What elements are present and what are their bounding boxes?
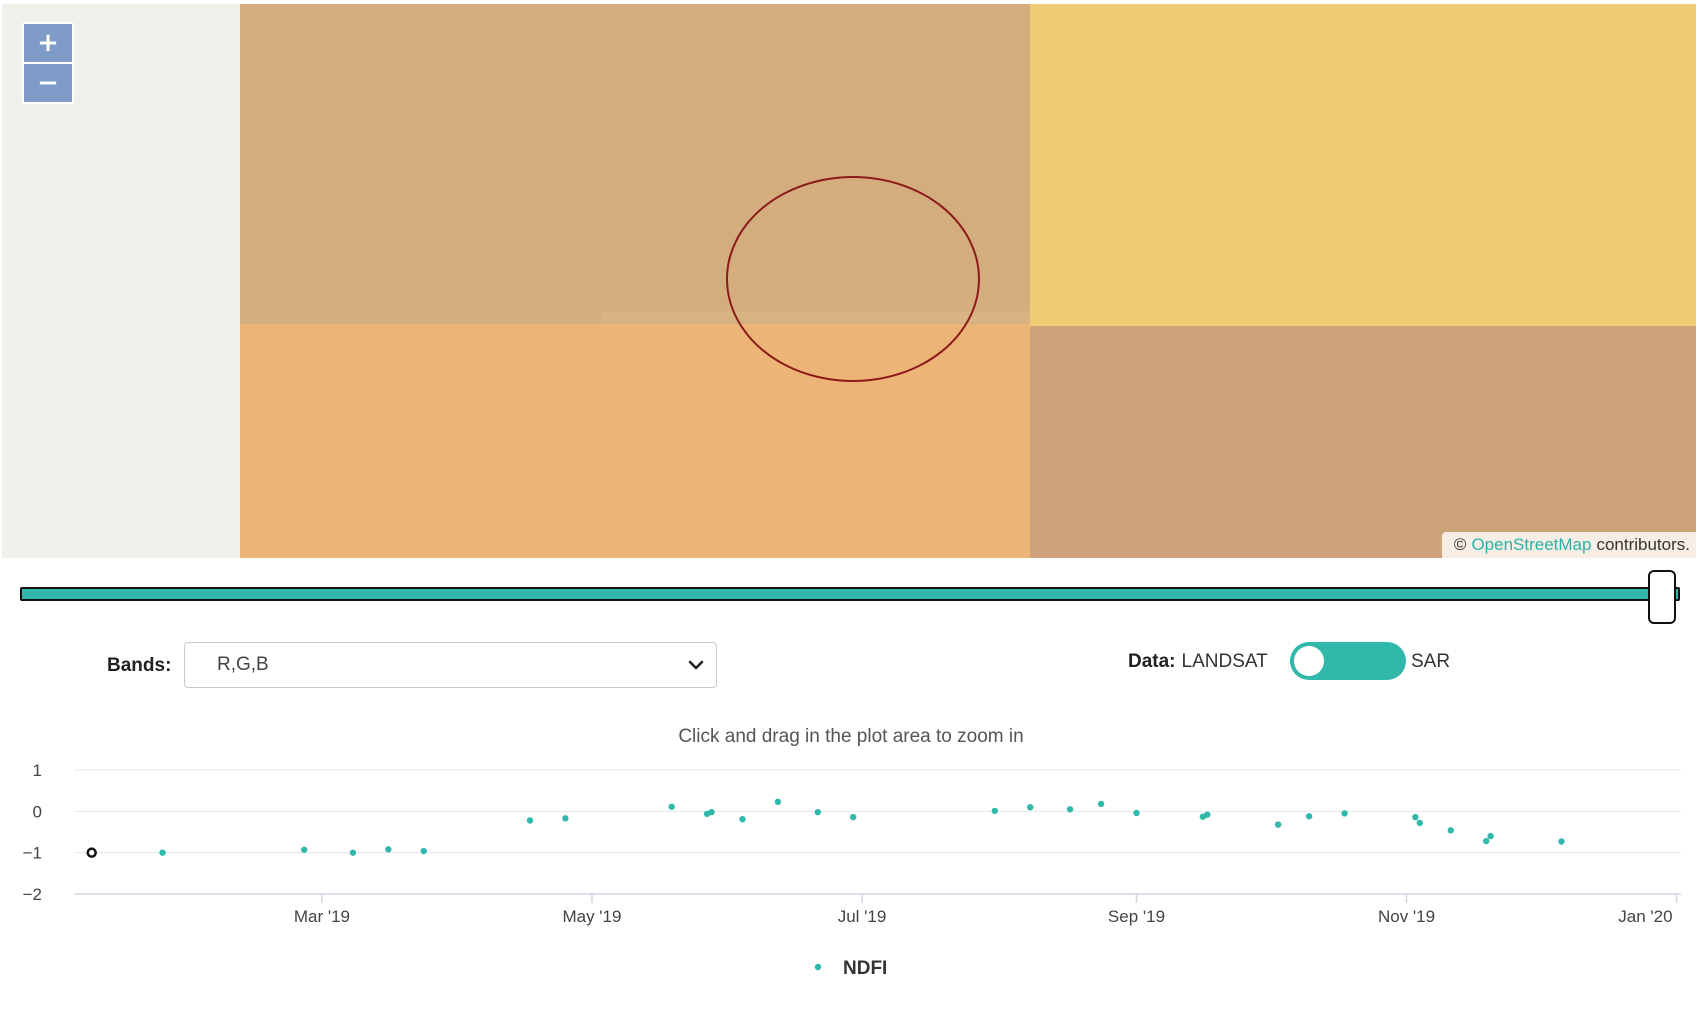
attribution-suffix: contributors. [1596, 535, 1690, 554]
x-tick-label: Jul '19 [838, 907, 887, 926]
x-tick-label: May '19 [562, 907, 621, 926]
data-point [708, 808, 715, 816]
data-point-selected [86, 847, 97, 858]
data-point [814, 808, 821, 816]
map-area-field-southeast [1030, 326, 1696, 558]
data-point [562, 815, 569, 822]
data-point [1066, 806, 1074, 813]
data-point [1027, 804, 1034, 811]
openstreetmap-link[interactable]: OpenStreetMap [1471, 535, 1591, 555]
data-point [420, 847, 427, 855]
data-point [301, 846, 308, 853]
toggle-knob [1294, 646, 1324, 676]
x-tick-label: Jan '20 [1618, 907, 1672, 926]
data-point [739, 815, 746, 823]
chart-x-axis: Mar '19 May '19 Jul '19 Sep '19 Nov '19 Jan '… [74, 893, 1681, 926]
chart-points [86, 798, 1565, 858]
x-tick-label: Mar '19 [294, 907, 350, 926]
legend-marker-ndfi [814, 963, 822, 971]
data-label: Data: [1128, 651, 1176, 672]
y-tick-label: 1 [33, 761, 42, 780]
data-point [1412, 813, 1419, 821]
data-point [774, 798, 782, 806]
area-of-interest-circle[interactable] [726, 176, 980, 382]
bands-select[interactable]: R,G,B [184, 642, 717, 688]
zoom-control: + − [22, 22, 74, 104]
bands-label: Bands: [107, 655, 172, 676]
map-attribution: © OpenStreetMap contributors. [1441, 532, 1696, 558]
x-tick-label: Nov '19 [1378, 907, 1435, 926]
data-point [1487, 832, 1494, 840]
chart-y-axis: 1 0 −1 −2 [23, 761, 42, 904]
data-point [1483, 837, 1490, 845]
data-point [1416, 819, 1424, 827]
y-tick-label: −1 [23, 844, 42, 863]
data-point [1133, 809, 1140, 817]
data-point [1204, 811, 1211, 818]
data-point [991, 807, 999, 815]
copyright-symbol: © [1453, 535, 1467, 554]
chevron-down-icon [688, 660, 704, 670]
data-point [1305, 813, 1313, 820]
data-point [668, 803, 675, 810]
data-point [1274, 821, 1282, 828]
map-view[interactable]: + − © OpenStreetMap contributors. [2, 4, 1696, 558]
data-point [1447, 827, 1454, 834]
y-tick-label: 0 [33, 802, 42, 821]
zoom-in-button[interactable]: + [24, 24, 72, 62]
data-source-label: Data: LANDSAT [1128, 651, 1268, 673]
chart-legend[interactable]: NDFI [814, 958, 888, 979]
data-point [385, 846, 392, 853]
data-point [159, 849, 166, 856]
data-option-landsat: LANDSAT [1181, 651, 1268, 672]
x-tick-label: Sep '19 [1108, 907, 1165, 926]
time-slider-track[interactable] [20, 587, 1680, 601]
y-tick-label: −2 [23, 885, 42, 904]
zoom-out-button[interactable]: − [24, 64, 72, 102]
data-point [1097, 800, 1105, 808]
data-point [1558, 838, 1565, 845]
data-point [1341, 810, 1348, 817]
bands-select-value: R,G,B [217, 654, 269, 675]
ndfi-time-series-chart[interactable]: Click and drag in the plot area to zoom … [0, 700, 1701, 1000]
chart-zoom-hint: Click and drag in the plot area to zoom … [678, 726, 1023, 747]
data-point [849, 813, 857, 821]
data-source-toggle[interactable] [1290, 642, 1406, 680]
time-slider-handle[interactable] [1648, 570, 1676, 624]
data-option-sar: SAR [1411, 651, 1451, 672]
legend-label-ndfi: NDFI [843, 958, 887, 979]
chart-gridlines [74, 769, 1681, 895]
map-area-field-northeast [1030, 4, 1696, 326]
data-point [349, 849, 357, 856]
data-point [526, 817, 534, 824]
